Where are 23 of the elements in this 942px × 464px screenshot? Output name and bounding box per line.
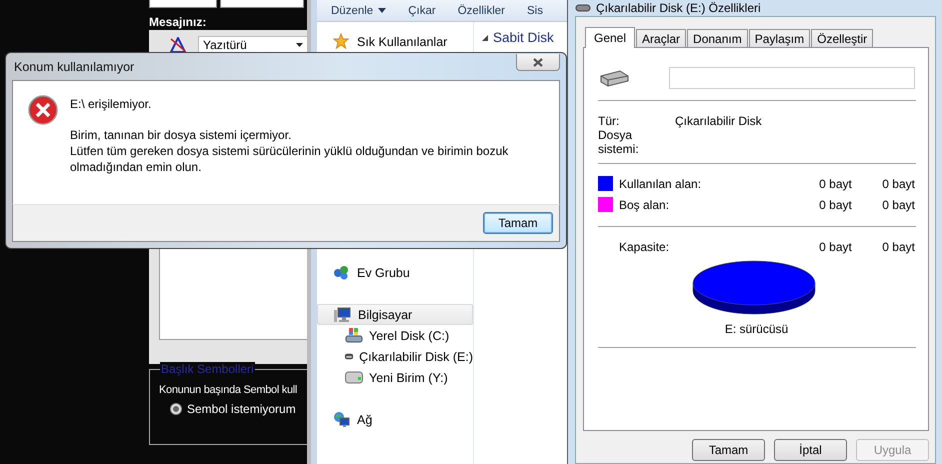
section-heading: Sabit Disk [493, 30, 554, 45]
radio-label: Sembol istemiyorum [187, 402, 296, 416]
space-size: 0 bayt [881, 198, 915, 212]
space-size: 0 bayt [881, 176, 915, 190]
error-message: Birim, tanınan bir dosya sistemi içermiyor. [70, 127, 292, 143]
window-title: Konum kullanılamıyor [13, 60, 134, 74]
field-label: Tür: [598, 114, 620, 128]
error-heading: E:\ erişilemiyor. [70, 97, 152, 111]
field-label: Dosya sistemi: [598, 128, 640, 156]
group-title: Başlık Sembolleri [160, 362, 255, 376]
space-label: Boş alan: [619, 198, 670, 212]
space-label: Kullanılan alan: [619, 176, 702, 190]
space-label: Kapasite: [619, 240, 670, 254]
space-bytes: 0 bayt [818, 176, 852, 190]
window-title: Çıkarılabilir Disk (E:) Özellikleri [596, 1, 761, 15]
message-label: Mesajınız: [149, 15, 208, 30]
error-message: Lütfen tüm gereken dosya sistemi sürücülerinin yüklü olduğundan ve birimin bozuk olmadığından emin olun. [70, 143, 510, 175]
space-bytes: 0 bayt [818, 198, 852, 212]
space-bytes: 0 bayt [818, 240, 852, 254]
drive-label: E: sürücüsü [724, 322, 790, 336]
group-prompt: Konunun başında Sembol kull [159, 384, 298, 396]
space-size: 0 bayt [881, 240, 915, 254]
field-value: Çıkarılabilir Disk [675, 114, 762, 128]
